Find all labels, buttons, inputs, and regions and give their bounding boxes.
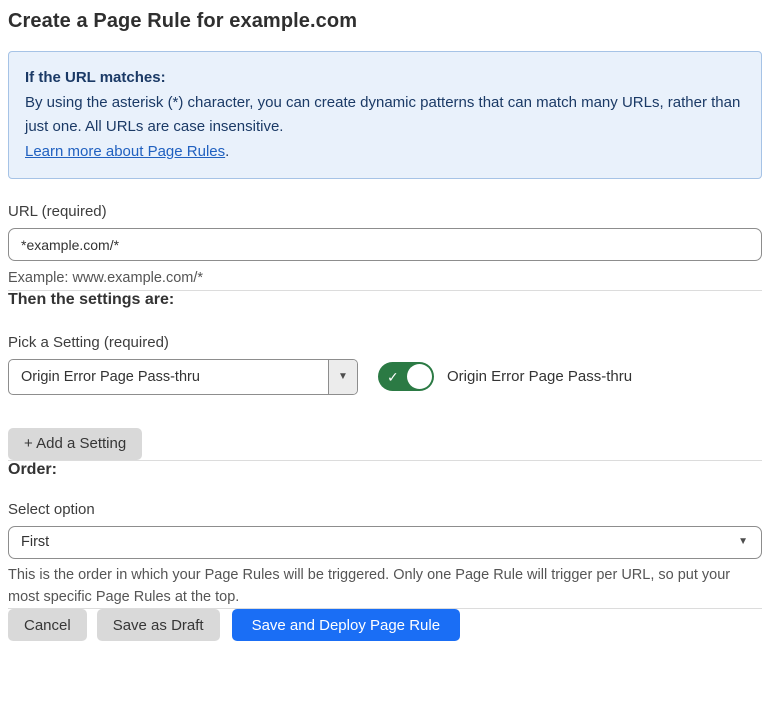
page-title: Create a Page Rule for example.com [8,10,358,32]
save-as-draft-button[interactable]: Save as Draft [96,609,220,642]
order-select[interactable]: First ▼ [8,525,762,559]
order-select-label: Select option [8,500,95,518]
setting-picker-value: Origin Error Page Pass-thru [21,368,200,385]
learn-more-link[interactable]: Learn more about Page Rules [25,143,225,160]
create-page-rule-form: Create a Page Rule for example.com If th… [0,0,770,642]
order-helper-text: This is the order in which your Page Rul… [8,566,731,605]
cancel-button[interactable]: Cancel [8,609,87,642]
setting-picker-label: Pick a Setting (required) [8,333,169,351]
url-field-label: URL (required) [8,203,107,220]
caret-down-icon: ▼ [338,370,348,382]
toggle-knob [407,364,432,390]
settings-section-heading: Then the settings are: [8,290,175,308]
info-box-heading: If the URL matches: [25,69,166,86]
check-icon: ✓ [387,368,399,385]
url-input[interactable] [8,228,762,261]
setting-row: Origin Error Page Pass-thru ▼ ✓ Origin E… [8,358,762,395]
link-suffix: . [225,142,230,160]
setting-picker[interactable]: Origin Error Page Pass-thru ▼ [8,358,358,395]
url-example-helper: Example: www.example.com/* [8,270,204,286]
order-select-value: First [21,534,50,551]
info-box-body: By using the asterisk (*) character, you… [25,94,741,135]
origin-error-toggle[interactable]: ✓ [378,362,434,392]
info-box-link-line: Learn more about Page Rules. [25,140,745,163]
toggle-label: Origin Error Page Pass-thru [447,368,633,386]
footer-actions: Cancel Save as Draft Save and Deploy Pag… [8,609,762,642]
add-setting-button[interactable]: + Add a Setting [8,427,143,460]
url-match-info-box: If the URL matches: By using the asteris… [8,51,762,179]
caret-down-icon: ▼ [738,536,748,548]
setting-picker-dropdown-button[interactable]: ▼ [328,359,357,394]
save-and-deploy-button[interactable]: Save and Deploy Page Rule [231,609,461,642]
order-section-heading: Order: [8,460,57,478]
